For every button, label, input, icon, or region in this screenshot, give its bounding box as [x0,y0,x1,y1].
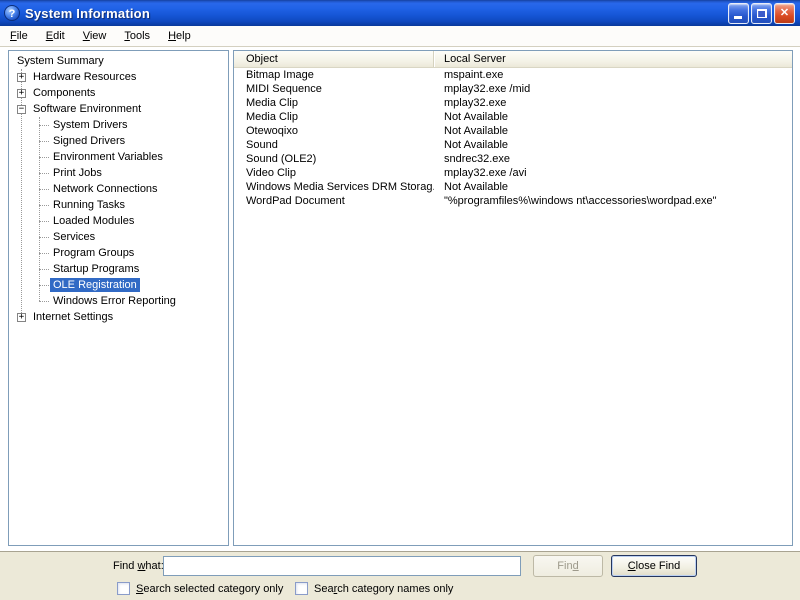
list-row[interactable]: Video Clip mplay32.exe /avi [234,166,792,180]
find-what-label: Find what: [113,560,164,572]
system-information-icon: ? [4,5,20,21]
tree-item-network-connections[interactable]: Network Connections [9,181,228,197]
category-tree: System Summary + Hardware Resources + Comp… [9,51,228,325]
list-row[interactable]: Sound Not Available [234,138,792,152]
column-header-object[interactable]: Object [234,51,434,67]
category-tree-panel: System Summary + Hardware Resources + Comp… [8,50,229,546]
selected-tree-item-label: OLE Registration [50,278,140,292]
tree-connector [39,253,49,254]
column-header-local-server[interactable]: Local Server [434,51,792,67]
tree-item-print-jobs[interactable]: Print Jobs [9,165,228,181]
tree-item-software-environment[interactable]: − Software Environment [9,101,228,117]
tree-connector [39,221,49,222]
tree-connector [39,157,49,158]
menu-edit[interactable]: Edit [37,27,74,45]
tree-item-components[interactable]: + Components [9,85,228,101]
tree-connector [39,269,49,270]
close-icon: ✕ [779,6,790,19]
list-row[interactable]: Sound (OLE2) sndrec32.exe [234,152,792,166]
search-selected-category-label: Search selected category only [136,582,284,595]
tree-connector [39,125,49,126]
restore-icon [756,8,767,18]
tree-item-hardware-resources[interactable]: + Hardware Resources [9,69,228,85]
ole-registration-list-panel: Object Local Server Bitmap Image mspaint.… [233,50,793,546]
window-controls: ✕ [728,2,795,24]
menu-tools[interactable]: Tools [115,27,159,45]
find-bar: Find what: Fin d Close Find Search select… [0,552,800,600]
collapse-minus-icon[interactable]: − [17,104,26,114]
find-what-input[interactable] [163,556,521,576]
tree-connector [39,189,49,190]
tree-item-loaded-modules[interactable]: Loaded Modules [9,213,228,229]
tree-connector [39,237,49,238]
tree-item-signed-drivers[interactable]: Signed Drivers [9,133,228,149]
tree-connector [39,301,49,302]
search-selected-category-checkbox[interactable] [117,582,130,595]
tree-item-startup-programs[interactable]: Startup Programs [9,261,228,277]
list-row[interactable]: WordPad Document "%programfiles%\windows … [234,194,792,208]
tree-connector [39,285,49,286]
tree-connector [39,173,49,174]
menu-bar: File Edit View Tools Help [0,26,800,47]
menu-help[interactable]: Help [159,27,200,45]
tree-item-environment-variables[interactable]: Environment Variables [9,149,228,165]
list-row[interactable]: Otewoqixo Not Available [234,124,792,138]
tree-item-services[interactable]: Services [9,229,228,245]
expand-plus-icon[interactable]: + [17,312,26,322]
tree-item-running-tasks[interactable]: Running Tasks [9,197,228,213]
search-selected-category-option: Search selected category only [117,582,283,595]
list-row[interactable]: MIDI Sequence mplay32.exe /mid [234,82,792,96]
find-button[interactable]: Fin d [533,555,603,577]
tree-item-system-drivers[interactable]: System Drivers [9,117,228,133]
close-button[interactable]: ✕ [774,2,795,24]
window-title: System Information [25,5,150,21]
menu-file[interactable]: File [1,27,37,45]
search-category-names-checkbox[interactable] [295,582,308,595]
list-rows: Bitmap Image mspaint.exe MIDI Sequence mpl… [234,68,792,545]
list-row[interactable]: Windows Media Services DRM Storag... Not … [234,180,792,194]
tree-item-program-groups[interactable]: Program Groups [9,245,228,261]
expand-plus-icon[interactable]: + [17,72,26,82]
list-row[interactable]: Media Clip mplay32.exe [234,96,792,110]
system-information-window: ? System Information ✕ File Edit View To… [0,0,800,600]
tree-item-ole-registration[interactable]: OLE Registration [9,277,228,293]
titlebar[interactable]: ? System Information ✕ [0,0,800,26]
minimize-icon [734,15,742,19]
menu-view[interactable]: View [74,27,116,45]
expand-plus-icon[interactable]: + [17,88,26,98]
list-row[interactable]: Media Clip Not Available [234,110,792,124]
close-find-button[interactable]: Close Find [611,555,697,577]
search-category-names-label: Search category names only [314,582,454,595]
client-area: System Summary + Hardware Resources + Comp… [0,47,800,548]
tree-connector [39,205,49,206]
restore-button[interactable] [751,2,772,24]
list-row[interactable]: Bitmap Image mspaint.exe [234,68,792,82]
search-category-names-option: Search category names only [295,582,453,595]
list-header: Object Local Server [234,51,792,68]
minimize-button[interactable] [728,2,749,24]
tree-item-windows-error-reporting[interactable]: Windows Error Reporting [9,293,228,309]
tree-item-internet-settings[interactable]: + Internet Settings [9,309,228,325]
tree-connector [39,141,49,142]
tree-item-system-summary[interactable]: System Summary [9,53,228,69]
